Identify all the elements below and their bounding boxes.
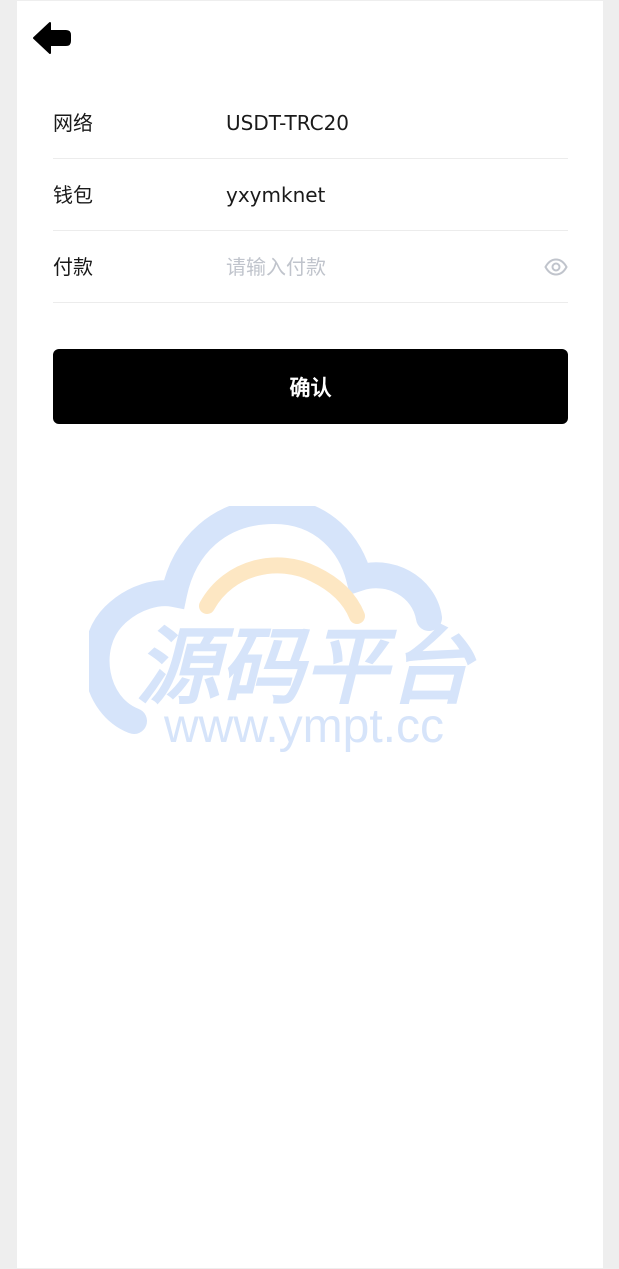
network-label: 网络 [53,111,93,135]
password-visibility-toggle[interactable] [544,256,568,278]
watermark-url: www.ympt.cc [163,700,444,753]
payment-row: 付款 [53,231,568,303]
payment-form: 网络 USDT-TRC20 钱包 yxymknet 付款 [53,87,568,303]
confirm-button[interactable]: 确认 [53,349,568,424]
payment-password-input[interactable] [226,249,526,285]
watermark-title: 源码平台 [136,618,477,716]
arrow-left-icon [33,22,71,54]
payment-label: 付款 [53,255,93,279]
network-value: USDT-TRC20 [226,111,350,135]
watermark-logo: 源码平台 www.ympt.cc [89,506,477,753]
wallet-label: 钱包 [53,183,93,207]
wallet-row: 钱包 yxymknet [53,159,568,231]
back-button[interactable] [33,21,71,55]
wallet-value: yxymknet [226,183,326,207]
network-row: 网络 USDT-TRC20 [53,87,568,159]
payment-page: 网络 USDT-TRC20 钱包 yxymknet 付款 确认 源码平台 www… [17,1,603,1268]
eye-icon [544,258,568,276]
